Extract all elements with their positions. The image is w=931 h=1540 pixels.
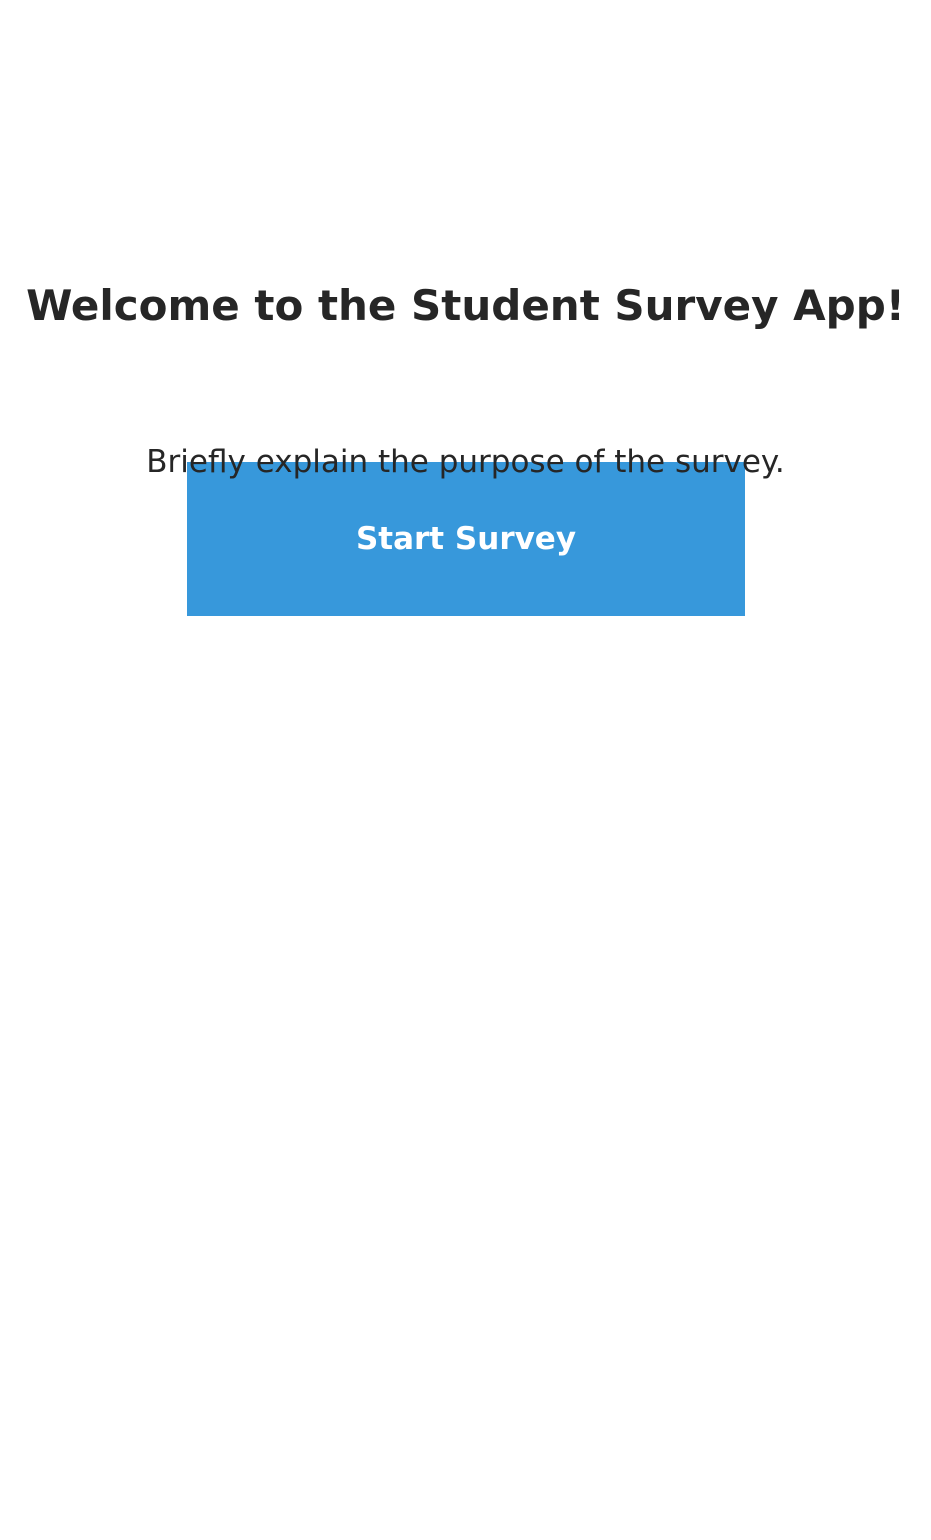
start-survey-button[interactable]: Start Survey: [187, 462, 745, 616]
survey-description: Briefly explain the purpose of the surve…: [146, 444, 785, 480]
page-title: Welcome to the Student Survey App!: [26, 281, 905, 330]
start-survey-button-label: Start Survey: [355, 521, 577, 557]
welcome-screen: Welcome to the Student Survey App! Start…: [0, 0, 931, 1540]
